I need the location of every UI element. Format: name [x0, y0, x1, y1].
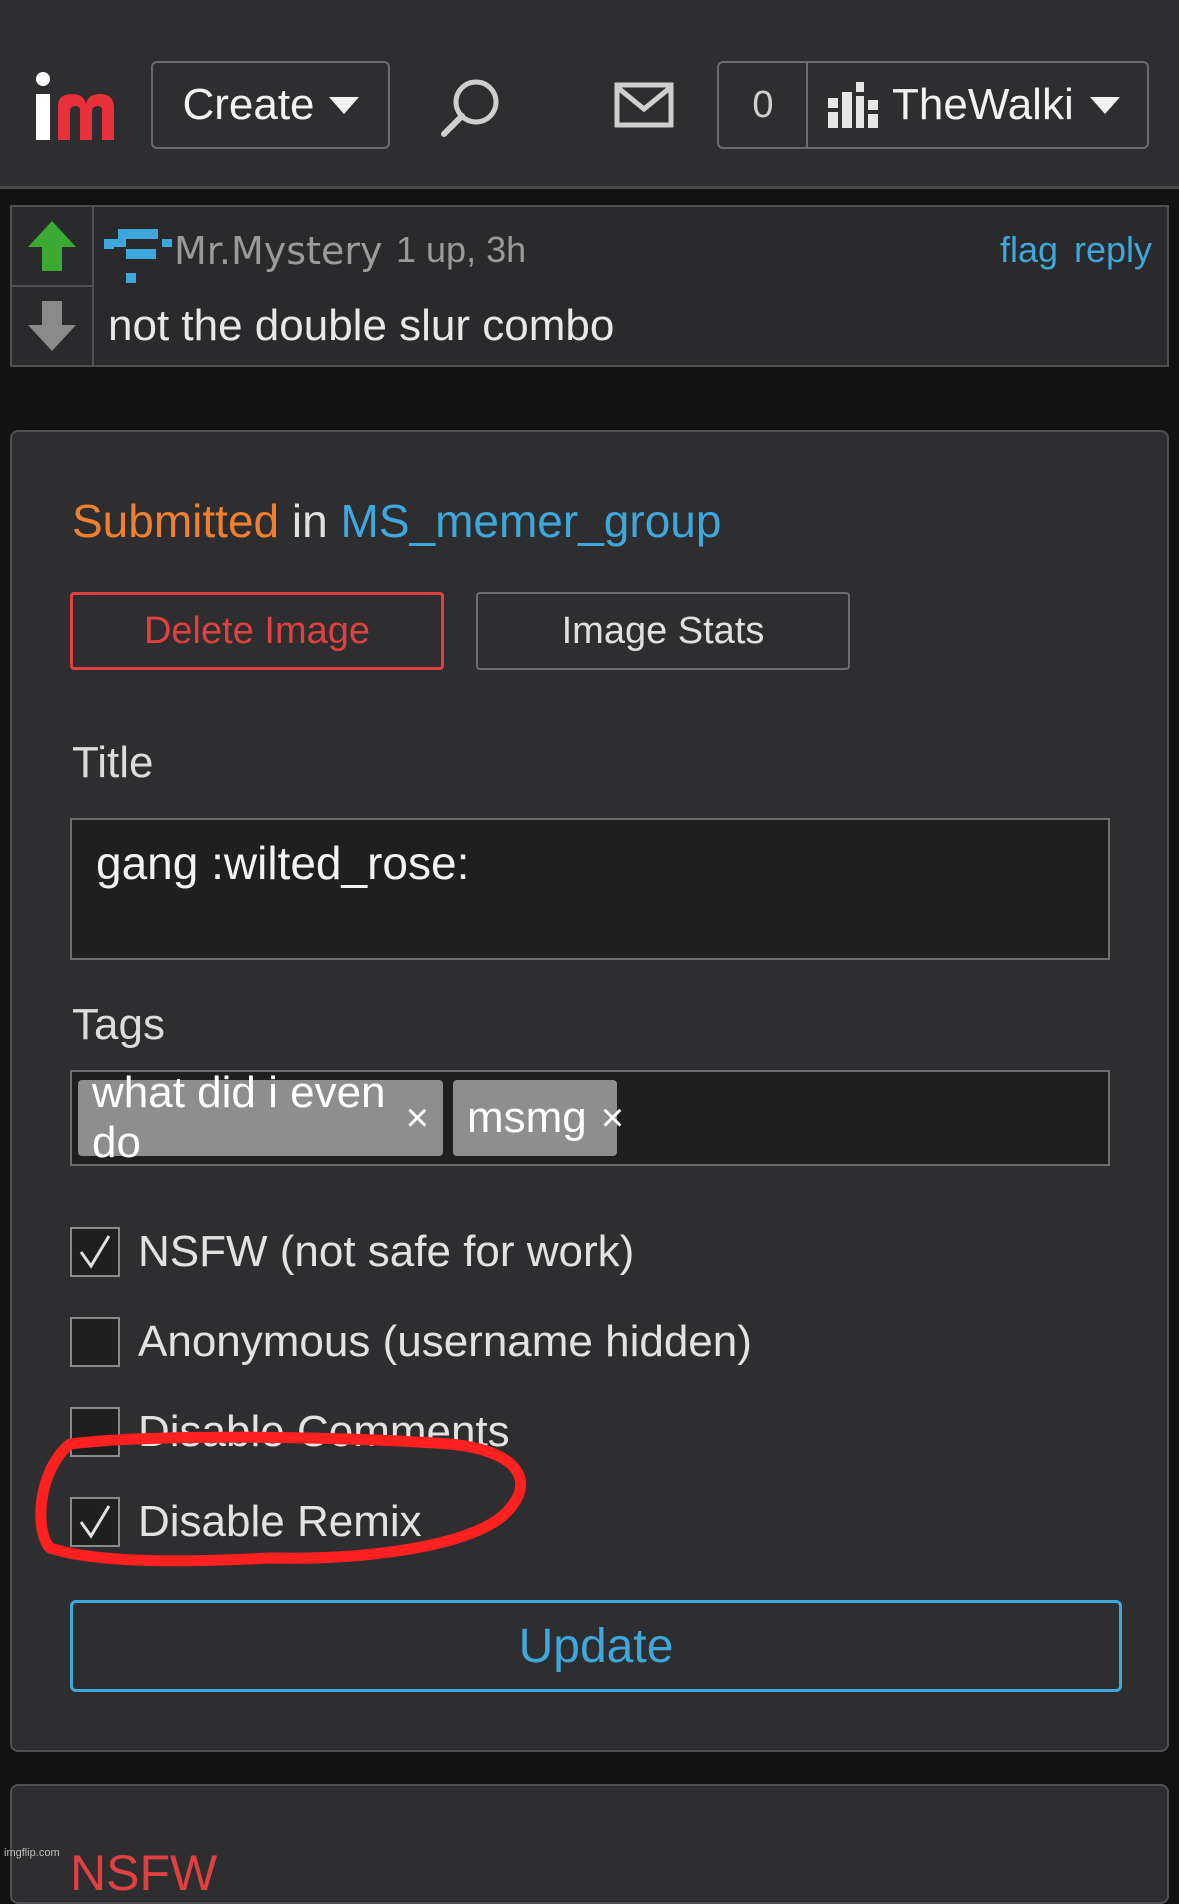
- anonymous-checkbox[interactable]: [70, 1317, 120, 1367]
- create-button[interactable]: Create: [151, 61, 390, 149]
- user-avatar-icon: [828, 82, 878, 128]
- watermark: imgflip.com: [4, 1847, 60, 1859]
- chevron-down-icon: [1090, 96, 1120, 114]
- upvote-button[interactable]: [12, 207, 92, 287]
- disable-comments-label: Disable Comments: [138, 1407, 510, 1456]
- anonymous-label: Anonymous (username hidden): [138, 1317, 752, 1366]
- comment-username[interactable]: Mr.Mystery: [174, 229, 382, 273]
- tags-label: Tags: [72, 1000, 165, 1049]
- user-menu-button[interactable]: TheWalki: [806, 61, 1149, 149]
- tag-chip: msmg ×: [453, 1080, 624, 1156]
- vote-column: [12, 207, 94, 365]
- username-label: TheWalki: [892, 80, 1072, 129]
- downvote-button[interactable]: [12, 287, 92, 365]
- comment-text: not the double slur combo: [108, 301, 615, 350]
- chevron-down-icon: [328, 96, 359, 114]
- flag-link[interactable]: flag: [1000, 229, 1058, 271]
- anonymous-option[interactable]: Anonymous (username hidden): [70, 1314, 752, 1370]
- create-label: Create: [182, 80, 315, 129]
- reply-link[interactable]: reply: [1074, 229, 1152, 271]
- next-panel: NSFW: [10, 1784, 1169, 1904]
- update-button[interactable]: Update: [70, 1600, 1122, 1692]
- nsfw-option[interactable]: NSFW (not safe for work): [70, 1224, 634, 1280]
- title-label: Title: [72, 738, 154, 787]
- arrow-down-icon: [28, 301, 76, 351]
- search-icon[interactable]: [438, 74, 504, 140]
- in-label: in: [291, 495, 328, 547]
- disable-remix-checkbox[interactable]: [70, 1497, 120, 1547]
- delete-image-button[interactable]: Delete Image: [70, 592, 444, 670]
- disable-remix-option[interactable]: Disable Remix: [70, 1494, 422, 1550]
- mail-icon[interactable]: [614, 82, 674, 128]
- image-edit-panel: Submitted in MS_memer_group Delete Image…: [10, 430, 1169, 1752]
- comment-meta: 1 up, 3h: [396, 229, 527, 270]
- remove-tag-icon[interactable]: ×: [601, 1096, 624, 1141]
- nsfw-checkbox[interactable]: [70, 1227, 120, 1277]
- comment: Mr.Mystery 1 up, 3h flag reply not the d…: [10, 205, 1169, 367]
- disable-comments-checkbox[interactable]: [70, 1407, 120, 1457]
- remove-tag-icon[interactable]: ×: [406, 1096, 429, 1141]
- commenter-avatar[interactable]: [104, 219, 172, 283]
- checkmark-icon: [79, 1235, 111, 1269]
- notification-count[interactable]: 0: [717, 61, 809, 149]
- nsfw-label: NSFW (not safe for work): [138, 1227, 635, 1276]
- disable-comments-option[interactable]: Disable Comments: [70, 1404, 510, 1460]
- group-link[interactable]: MS_memer_group: [341, 495, 722, 547]
- image-stats-button[interactable]: Image Stats: [476, 592, 850, 670]
- tag-text: msmg: [467, 1093, 587, 1142]
- imgflip-logo[interactable]: [34, 72, 120, 142]
- tags-input[interactable]: what did i even do × msmg ×: [70, 1068, 1110, 1167]
- tag-chip: what did i even do ×: [78, 1068, 443, 1167]
- top-navbar: Create 0 TheWalki: [0, 0, 1179, 189]
- next-panel-title: NSFW: [70, 1845, 218, 1901]
- title-input[interactable]: gang :wilted_rose:: [70, 818, 1110, 960]
- tag-text: what did i even do: [92, 1068, 386, 1167]
- disable-remix-label: Disable Remix: [138, 1497, 422, 1546]
- checkmark-icon: [79, 1505, 111, 1539]
- submitted-line: Submitted in MS_memer_group: [72, 494, 721, 548]
- submitted-label: Submitted: [72, 495, 280, 547]
- arrow-up-icon: [28, 221, 76, 271]
